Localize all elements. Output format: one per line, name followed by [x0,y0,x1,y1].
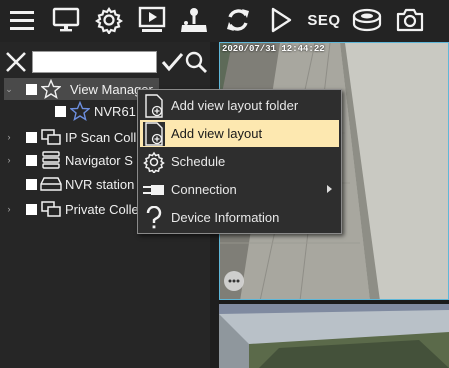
tree-item-view-manager[interactable]: ⌄ View Manager [4,78,159,100]
menu-item-add-view-layout[interactable]: Add view layout [140,120,339,147]
menu-item-label: Add view layout [171,126,263,141]
camera-feed-2 [219,304,449,368]
ptz-control-icon[interactable] [224,271,244,291]
tree-item-label: Private Colle [65,201,139,217]
menu-item-device-information[interactable]: Device Information [140,204,339,231]
layers-icon [40,127,62,147]
tree-checkbox[interactable] [26,154,37,166]
tree-item-navigator[interactable]: › Navigator S [4,149,159,171]
add-layout-icon [142,121,166,146]
confirm-search-button[interactable] [160,50,184,74]
gear-icon[interactable] [93,4,125,36]
tree-checkbox[interactable] [26,178,37,190]
main-toolbar: SEQ [0,0,449,42]
connection-icon [142,178,166,202]
clear-search-button[interactable] [4,50,28,74]
menu-item-schedule[interactable]: Schedule [140,148,339,175]
star-icon [40,79,62,99]
tree-checkbox[interactable] [26,131,37,143]
refresh-icon[interactable] [222,4,254,36]
sequence-icon: SEQ [307,11,341,29]
server-stack-icon [40,150,62,170]
menu-item-label: Schedule [171,154,226,169]
question-icon [142,205,166,230]
tree-item-label: NVR station [65,176,135,192]
menu-item-add-view-layout-folder[interactable]: Add view layout folder [140,92,339,119]
video-tile-2[interactable] [219,304,449,368]
expand-icon[interactable]: › [4,132,14,142]
search-input[interactable] [32,51,157,73]
tree-item-nvr-station[interactable]: NVR station [4,173,159,195]
collapse-icon[interactable]: ⌄ [4,84,14,94]
search-bar [4,50,208,74]
tree-checkbox[interactable] [26,83,37,95]
submenu-arrow-icon [327,185,332,193]
tree-checkbox[interactable] [26,203,37,215]
tree-item-label: NVR61 [94,103,136,119]
expand-icon[interactable]: › [4,204,14,214]
monitor-icon[interactable] [50,4,82,36]
camera-icon[interactable] [394,4,426,36]
menu-item-label: Device Information [171,210,280,225]
playback-icon[interactable] [136,4,168,36]
menu-icon[interactable] [6,4,38,36]
layers-icon [40,199,62,219]
joystick-icon[interactable] [178,4,210,36]
add-folder-icon [142,93,166,118]
nvr-icon [40,174,62,194]
context-menu: Add view layout folder Add view layout S… [137,89,342,234]
timestamp-overlay: 2020/07/31 12:44:22 [222,44,325,54]
tree-item-label: Navigator S [65,152,133,168]
tree-item-private[interactable]: › Private Colle [4,198,159,220]
sequence-button[interactable]: SEQ [304,4,344,36]
search-icon[interactable] [184,50,208,74]
tree-item-ip-scan[interactable]: › IP Scan Coll [4,126,159,148]
menu-item-connection[interactable]: Connection [140,176,339,203]
disk-stack-icon[interactable] [350,4,384,36]
star-outline-icon [69,101,91,121]
menu-item-label: Connection [171,182,237,197]
tree-item-label: IP Scan Coll [65,129,137,145]
tree-checkbox[interactable] [55,105,66,117]
expand-icon[interactable]: › [4,155,14,165]
gear-icon [142,150,166,174]
play-icon[interactable] [264,4,296,36]
menu-item-label: Add view layout folder [171,98,299,113]
tree-item-nvr61[interactable]: NVR61 [4,100,159,122]
